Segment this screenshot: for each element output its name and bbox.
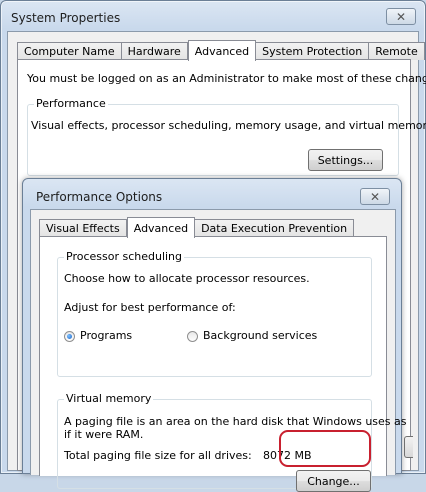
tab-computer-name[interactable]: Computer Name bbox=[17, 42, 122, 60]
adjust-for-label: Adjust for best performance of: bbox=[64, 301, 236, 314]
tab-hardware[interactable]: Hardware bbox=[121, 42, 188, 60]
background-services-option-label[interactable]: Background services bbox=[203, 329, 317, 342]
performance-settings-button[interactable]: Settings... bbox=[308, 149, 383, 171]
programs-option-label[interactable]: Programs bbox=[80, 329, 132, 342]
performance-options-title: Performance Options bbox=[36, 190, 163, 204]
tab-remote[interactable]: Remote bbox=[369, 42, 425, 60]
tab-visual-effects[interactable]: Visual Effects bbox=[39, 219, 127, 237]
tab-data-execution-prevention[interactable]: Data Execution Prevention bbox=[195, 219, 355, 237]
tab-advanced[interactable]: Advanced bbox=[187, 40, 257, 61]
tab-system-protection[interactable]: System Protection bbox=[256, 42, 370, 60]
system-properties-titlebar[interactable]: System Properties ✕ bbox=[1, 1, 425, 31]
virtual-memory-change-button[interactable]: Change... bbox=[296, 470, 371, 492]
background-services-radio[interactable] bbox=[187, 331, 198, 342]
processor-scheduling-group: Processor scheduling Choose how to alloc… bbox=[57, 250, 372, 377]
total-paging-label: Total paging file size for all drives: bbox=[64, 449, 252, 462]
admin-note: You must be logged on as an Administrato… bbox=[27, 72, 426, 85]
performance-options-tabs: Visual Effects Advanced Data Execution P… bbox=[39, 217, 355, 238]
processor-scheduling-description: Choose how to allocate processor resourc… bbox=[64, 272, 310, 285]
tab-perf-advanced[interactable]: Advanced bbox=[126, 217, 196, 238]
virtual-memory-label: Virtual memory bbox=[64, 392, 154, 405]
performance-description: Visual effects, processor scheduling, me… bbox=[31, 119, 426, 132]
close-icon: ✕ bbox=[369, 189, 381, 204]
parent-button-edge bbox=[404, 436, 413, 458]
performance-options-titlebar[interactable]: Performance Options ✕ bbox=[23, 179, 401, 209]
radio-selected-dot bbox=[67, 334, 72, 339]
system-properties-title: System Properties bbox=[11, 11, 121, 25]
close-icon: ✕ bbox=[395, 9, 407, 24]
virtual-memory-description-line2: if it were RAM. bbox=[64, 428, 144, 441]
performance-options-close-button[interactable]: ✕ bbox=[360, 188, 390, 205]
system-properties-close-button[interactable]: ✕ bbox=[386, 8, 416, 25]
programs-radio[interactable] bbox=[64, 331, 75, 342]
virtual-memory-description-line1: A paging file is an area on the hard dis… bbox=[64, 415, 407, 428]
change-button-highlight bbox=[279, 430, 371, 467]
performance-label: Performance bbox=[34, 97, 108, 110]
system-properties-tabs: Computer Name Hardware Advanced System P… bbox=[17, 40, 425, 61]
processor-scheduling-label: Processor scheduling bbox=[64, 250, 185, 263]
